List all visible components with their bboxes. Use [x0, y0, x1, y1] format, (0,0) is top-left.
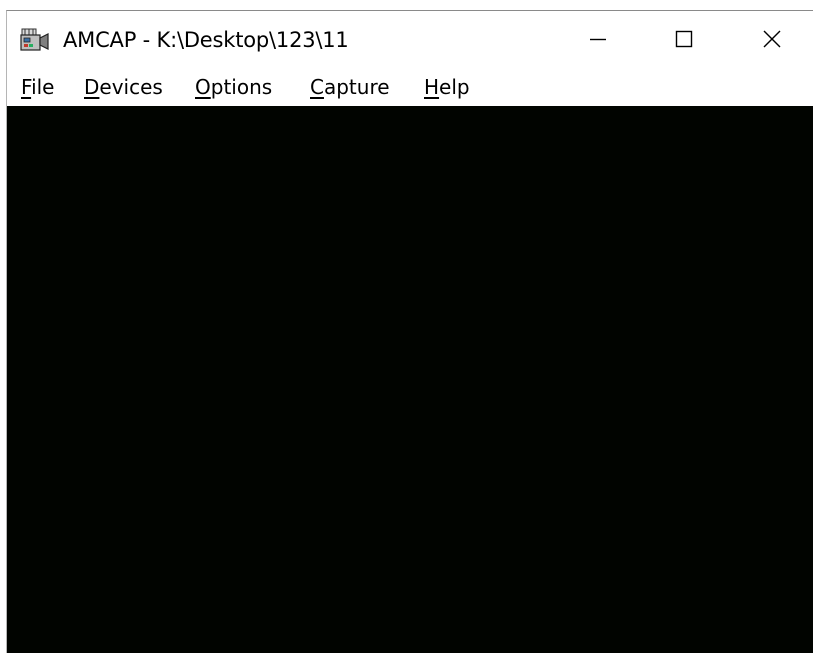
- video-preview-area: [7, 106, 813, 653]
- maximize-button[interactable]: [661, 21, 707, 61]
- minimize-icon: [589, 30, 607, 52]
- close-icon: [763, 30, 781, 52]
- window-title: AMCAP - K:\Desktop\123\11: [63, 28, 349, 52]
- title-bar[interactable]: AMCAP - K:\Desktop\123\11: [7, 11, 813, 66]
- menu-capture-label: apture: [323, 75, 390, 99]
- menu-file-accel: F: [21, 75, 32, 99]
- amcap-window: AMCAP - K:\Desktop\123\11 File Devices O…: [6, 10, 813, 653]
- menu-capture-accel: C: [310, 75, 324, 99]
- menu-file-label: ile: [31, 75, 55, 99]
- minimize-button[interactable]: [575, 21, 621, 61]
- maximize-icon: [675, 30, 693, 52]
- menu-help-label: elp: [439, 75, 470, 99]
- menu-options-accel: O: [195, 75, 211, 99]
- menu-help[interactable]: Help: [423, 74, 471, 100]
- menu-options[interactable]: Options: [194, 74, 273, 100]
- menu-bar: File Devices Options Capture Help: [7, 66, 813, 106]
- menu-devices-accel: D: [84, 75, 100, 99]
- menu-options-label: ptions: [210, 75, 273, 99]
- camera-icon[interactable]: [20, 28, 50, 52]
- menu-devices[interactable]: Devices: [83, 74, 164, 100]
- menu-file[interactable]: File: [20, 74, 55, 100]
- menu-help-accel: H: [424, 75, 440, 99]
- menu-capture[interactable]: Capture: [309, 74, 391, 100]
- close-button[interactable]: [749, 21, 795, 61]
- menu-devices-label: evices: [99, 75, 163, 99]
